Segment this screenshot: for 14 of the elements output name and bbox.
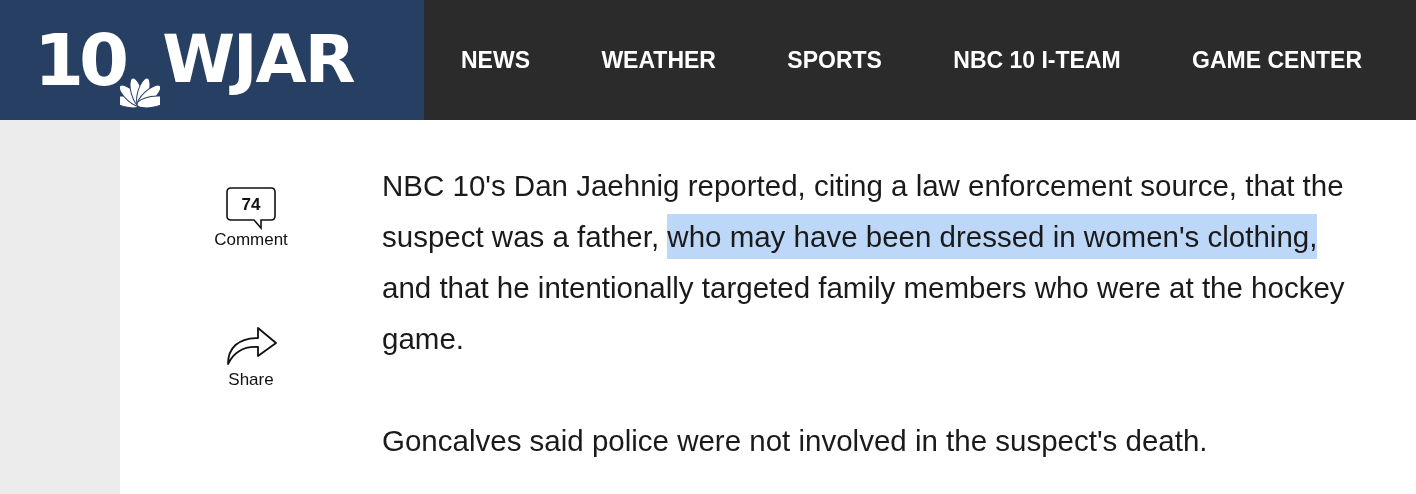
nav-link[interactable]: NBC 10 I-TEAM bbox=[953, 46, 1121, 74]
comment-button[interactable]: 74 Comment bbox=[214, 186, 288, 250]
station-logo[interactable]: 10 WJAR bbox=[0, 0, 424, 120]
share-button[interactable]: Share bbox=[224, 322, 278, 390]
comment-count: 74 bbox=[241, 195, 261, 215]
article-paragraph: NBC 10's Dan Jaehnig reported, citing a law enforcement source, that the suspect was a father, who may have been dressed in women's clothing, and that he intentionally targeted family members who were at the hockey game. bbox=[382, 168, 1346, 357]
nav-link[interactable]: WEATHER bbox=[601, 46, 716, 74]
nav-link[interactable]: NEWS bbox=[461, 46, 530, 74]
share-label: Share bbox=[228, 370, 274, 390]
nav-link[interactable]: SPORTS bbox=[787, 46, 882, 74]
nav-link[interactable]: GAME CENTER bbox=[1192, 46, 1362, 74]
speech-bubble-icon bbox=[225, 186, 277, 230]
comment-label: Comment bbox=[214, 230, 288, 250]
article-paragraph: Goncalves said police were not involved in the suspect's death. bbox=[382, 423, 1209, 459]
